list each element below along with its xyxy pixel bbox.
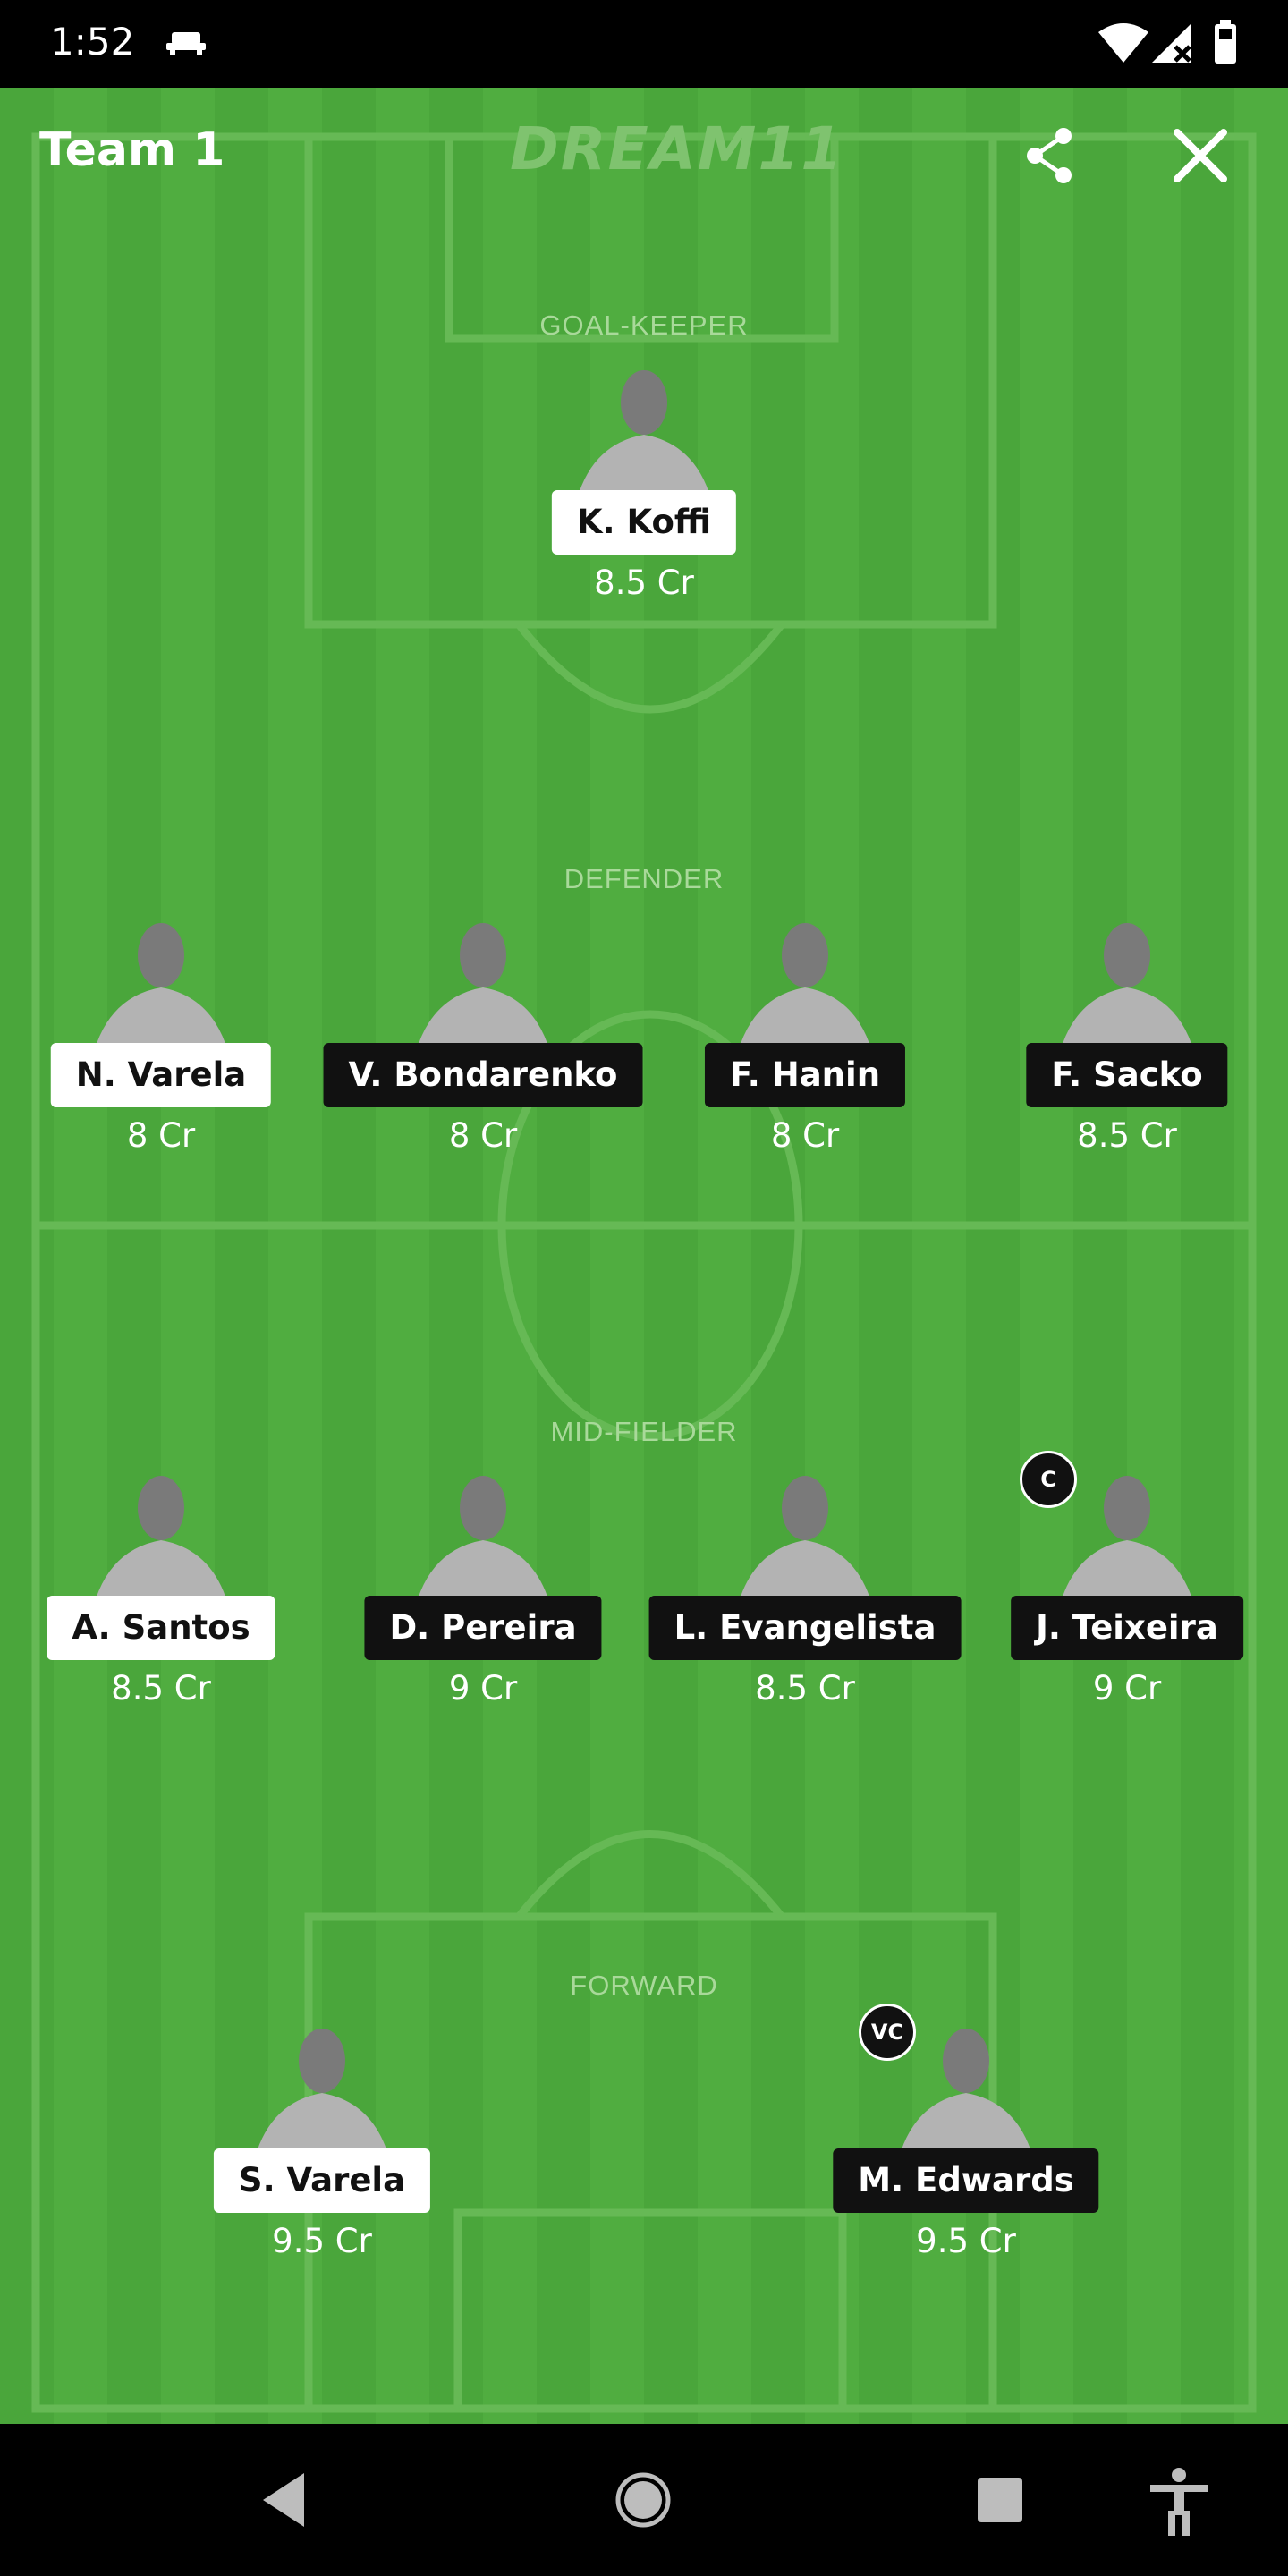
accessibility-icon — [1150, 2468, 1208, 2536]
brand-logo: DREAM11 — [510, 114, 844, 183]
section-label-defender: DEFENDER — [564, 863, 724, 894]
player-card-k-koffi[interactable]: K. Koffi 8.5 Cr — [510, 365, 778, 624]
player-name: K. Koffi — [551, 490, 737, 555]
battery-icon — [1215, 20, 1236, 64]
player-avatar-icon — [94, 923, 228, 1052]
recents-button[interactable] — [955, 2455, 1045, 2545]
player-credits: 8 Cr — [448, 1116, 518, 1155]
player-card-n-varela[interactable]: N. Varela 8 Cr — [27, 918, 295, 1177]
home-icon — [615, 2472, 671, 2528]
section-label-forward: FORWARD — [570, 1970, 718, 2001]
player-credits: 8.5 Cr — [755, 1669, 855, 1707]
player-card-v-bondarenko[interactable]: V. Bondarenko 8 Cr — [323, 918, 643, 1177]
player-avatar-icon — [577, 370, 711, 499]
player-name: J. Teixeira — [1011, 1596, 1243, 1660]
home-button[interactable] — [598, 2455, 688, 2545]
player-name: F. Sacko — [1026, 1043, 1228, 1107]
recents-icon — [978, 2478, 1022, 2522]
section-label-goalkeeper: GOAL-KEEPER — [539, 309, 749, 341]
share-button[interactable] — [1015, 120, 1087, 191]
player-credits: 8.5 Cr — [594, 564, 694, 602]
player-name: F. Hanin — [704, 1043, 906, 1107]
player-card-s-varela[interactable]: S. Varela 9.5 Cr — [188, 2023, 456, 2283]
signal-icon — [1152, 23, 1191, 63]
player-credits: 8.5 Cr — [1077, 1116, 1177, 1155]
system-nav-bar — [0, 2424, 1288, 2576]
player-credits: 8 Cr — [770, 1116, 840, 1155]
player-credits: 8 Cr — [126, 1116, 196, 1155]
status-time: 1:52 — [50, 20, 135, 64]
player-avatar-icon — [738, 923, 872, 1052]
player-card-f-sacko[interactable]: F. Sacko 8.5 Cr — [993, 918, 1261, 1177]
player-card-d-pereira[interactable]: D. Pereira 9 Cr — [349, 1470, 617, 1730]
player-card-m-edwards[interactable]: M. Edwards 9.5 Cr VC — [832, 2004, 1100, 2283]
vice-captain-badge: VC — [859, 2004, 916, 2061]
team-title: Team 1 — [39, 123, 225, 177]
player-name: D. Pereira — [364, 1596, 602, 1660]
back-icon — [263, 2473, 304, 2527]
share-icon — [1027, 128, 1072, 183]
pitch: Team 1 DREAM11 GOAL-KEEPER DEFENDER MID-… — [0, 88, 1288, 2424]
player-avatar-icon — [416, 1476, 550, 1605]
player-name: S. Varela — [213, 2148, 431, 2213]
player-card-f-hanin[interactable]: F. Hanin 8 Cr — [671, 918, 939, 1177]
player-avatar-icon — [1060, 923, 1194, 1052]
player-credits: 9.5 Cr — [916, 2222, 1016, 2260]
player-card-j-teixeira[interactable]: J. Teixeira 9 Cr C — [993, 1451, 1261, 1730]
notification-icon — [166, 32, 206, 55]
player-card-a-santos[interactable]: A. Santos 8.5 Cr — [27, 1470, 295, 1730]
player-credits: 9 Cr — [448, 1669, 518, 1707]
player-name: M. Edwards — [833, 2148, 1099, 2213]
captain-badge: C — [1020, 1451, 1077, 1508]
player-name: N. Varela — [50, 1043, 272, 1107]
back-button[interactable] — [240, 2455, 329, 2545]
wifi-icon — [1098, 23, 1148, 63]
player-credits: 9.5 Cr — [272, 2222, 372, 2260]
player-name: L. Evangelista — [648, 1596, 962, 1660]
status-bar: 1:52 — [0, 0, 1288, 88]
player-avatar-icon — [416, 923, 550, 1052]
close-icon — [1174, 129, 1227, 182]
player-card-l-evangelista[interactable]: L. Evangelista 8.5 Cr — [648, 1470, 962, 1730]
player-avatar-icon — [738, 1476, 872, 1605]
section-label-midfielder: MID-FIELDER — [550, 1416, 738, 1447]
player-avatar-icon — [94, 1476, 228, 1605]
player-name: A. Santos — [47, 1596, 275, 1660]
player-credits: 8.5 Cr — [111, 1669, 211, 1707]
accessibility-button[interactable] — [1134, 2455, 1224, 2545]
player-name: V. Bondarenko — [323, 1043, 643, 1107]
player-credits: 9 Cr — [1092, 1669, 1162, 1707]
close-button[interactable] — [1165, 120, 1236, 191]
player-avatar-icon — [255, 2029, 389, 2157]
